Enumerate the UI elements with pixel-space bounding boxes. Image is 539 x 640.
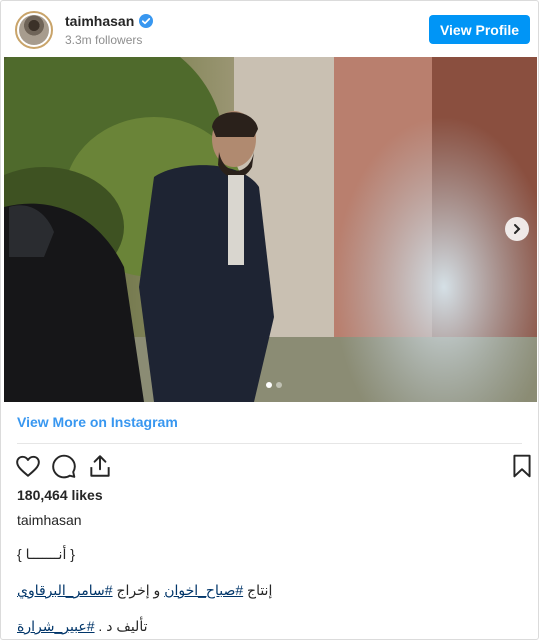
likes-count[interactable]: 180,464 likes [17, 487, 103, 503]
caption-line-2: إنتاج #صباح_اخوان و إخراج #سامر_البرقاوي [17, 582, 272, 599]
comment-icon[interactable] [51, 453, 77, 479]
avatar-image [19, 15, 49, 45]
caption-line-1: { أنـــــــا } [17, 546, 75, 562]
caption-username[interactable]: taimhasan [17, 512, 82, 528]
share-icon[interactable] [87, 453, 113, 479]
bookmark-icon[interactable] [509, 453, 535, 479]
carousel-dot [266, 382, 272, 388]
caption-line-3: تأليف د . #عبير_شرارة [17, 618, 147, 635]
chevron-right-icon [514, 224, 521, 234]
caption-text: تأليف د . [94, 618, 148, 634]
carousel-dot [276, 382, 282, 388]
verified-badge-icon [139, 14, 154, 28]
action-bar [15, 453, 535, 481]
heart-icon[interactable] [15, 453, 41, 479]
post-photo[interactable] [4, 57, 537, 402]
username-link[interactable]: taimhasan [65, 13, 134, 29]
hashtag-link[interactable]: #سامر_البرقاوي [17, 582, 113, 598]
divider [17, 443, 522, 444]
instagram-embed-card: taimhasan 3.3m followers View Profile Vi… [0, 0, 539, 640]
caption-text: و إخراج [112, 582, 165, 598]
caption-text: إنتاج [243, 582, 273, 598]
hashtag-link[interactable]: #عبير_شرارة [17, 618, 95, 634]
view-more-on-instagram-link[interactable]: View More on Instagram [17, 414, 178, 430]
hashtag-link[interactable]: #صباح_اخوان [164, 582, 243, 598]
followers-count: 3.3m followers [65, 33, 143, 47]
carousel-next-button[interactable] [505, 217, 529, 241]
carousel-indicator [266, 382, 282, 388]
avatar[interactable] [15, 11, 53, 49]
view-profile-button[interactable]: View Profile [429, 15, 530, 44]
username-row: taimhasan [65, 13, 154, 29]
post-header: taimhasan 3.3m followers View Profile [1, 1, 538, 57]
